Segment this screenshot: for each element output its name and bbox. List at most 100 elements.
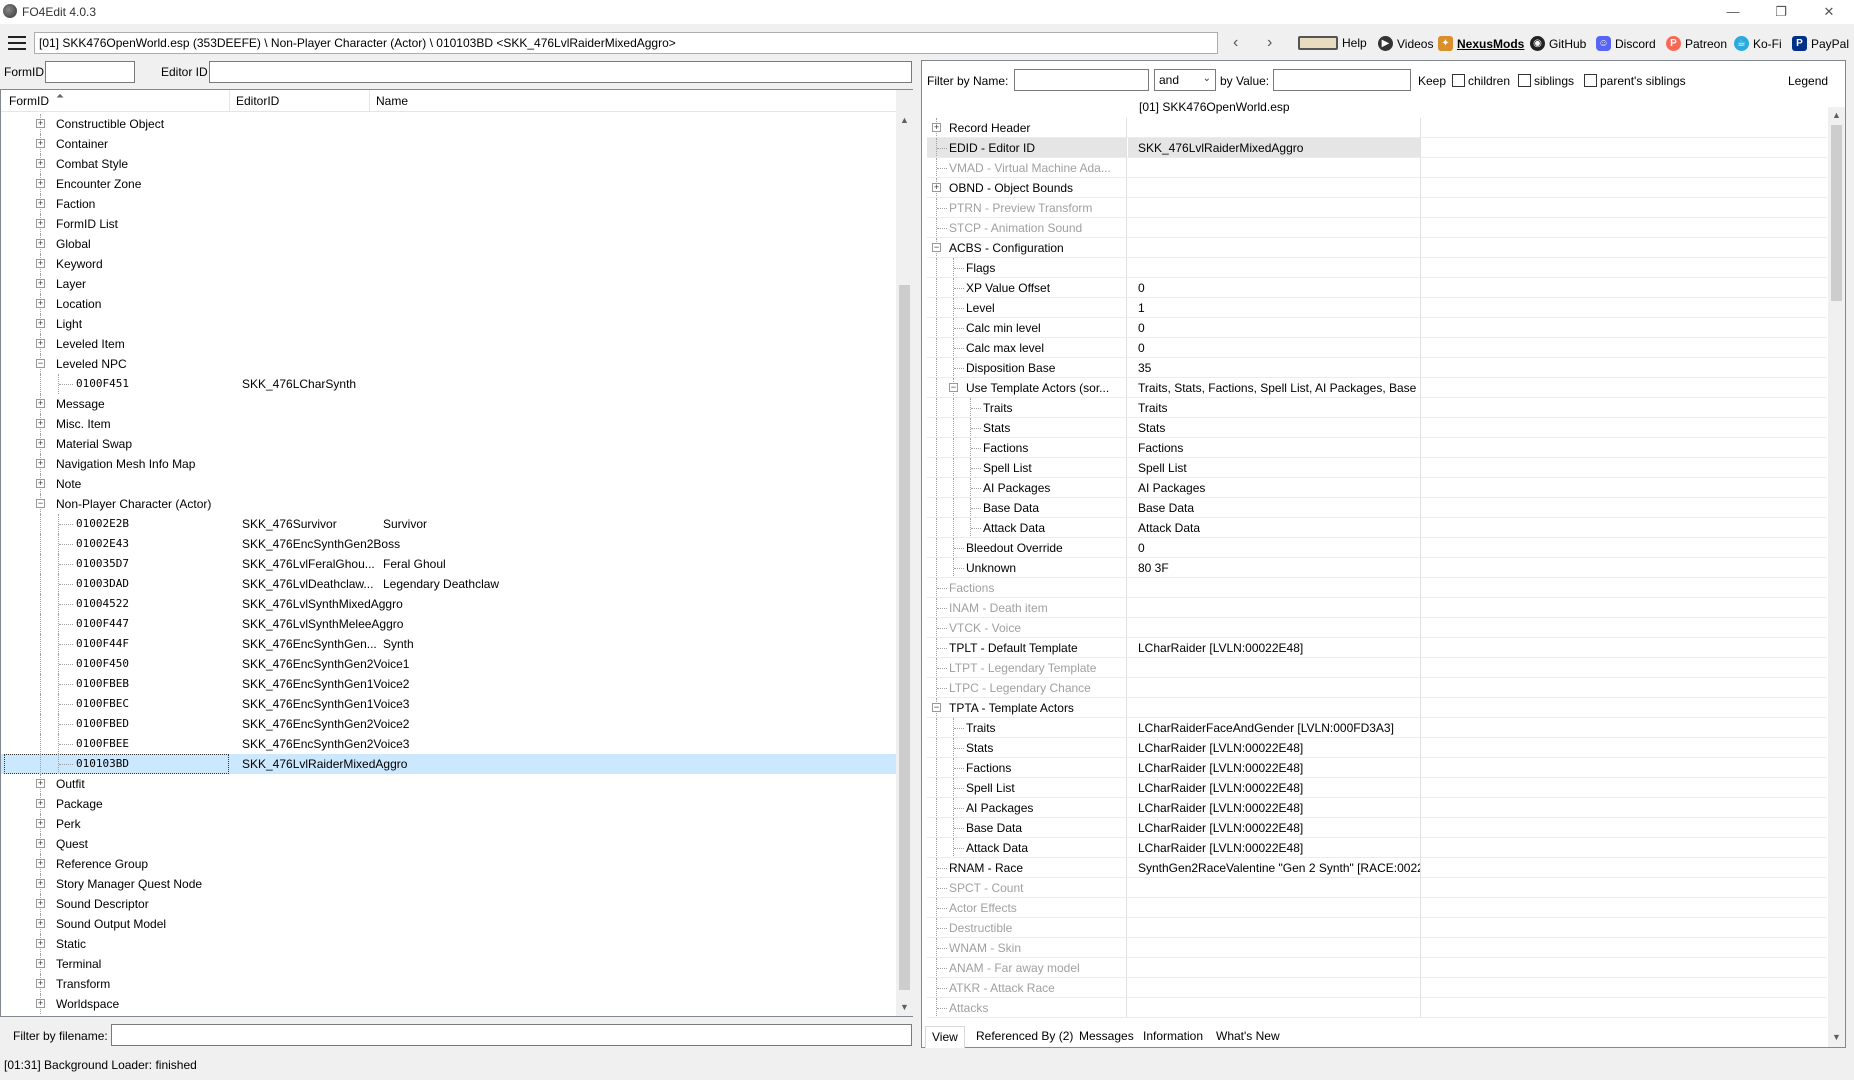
record-row[interactable]: 01003DAD SKK_476LvlDeathclaw... Legendary … [1, 574, 896, 594]
view-row[interactable]: − ACBS - Configuration [927, 238, 1827, 258]
tree-category[interactable]: + Navigation Mesh Info Map [1, 454, 896, 474]
expand-icon[interactable]: + [36, 859, 45, 868]
tree-category[interactable]: + Package [1, 794, 896, 814]
tree-category[interactable]: + Leveled Item [1, 334, 896, 354]
expand-icon[interactable]: + [932, 123, 941, 132]
record-row[interactable]: 01004522 SKK_476LvlSynthMixedAggro [1, 594, 896, 614]
view-row-value[interactable] [1128, 158, 1421, 177]
view-row[interactable]: Flags [927, 258, 1827, 278]
view-row-value[interactable]: Stats [1128, 418, 1421, 437]
expand-icon[interactable]: + [36, 179, 45, 188]
view-row[interactable]: Stats Stats [927, 418, 1827, 438]
expand-icon[interactable]: + [36, 479, 45, 488]
view-row-value[interactable]: Spell List [1128, 458, 1421, 477]
view-row-value[interactable]: Base Data [1128, 498, 1421, 517]
filter-by-value-input[interactable] [1273, 69, 1411, 91]
view-row-value[interactable] [1128, 118, 1421, 137]
view-vertical-scrollbar[interactable]: ▲ ▼ [1828, 107, 1845, 1047]
view-row-value[interactable] [1128, 918, 1421, 937]
view-row-value[interactable]: 0 [1128, 318, 1421, 337]
expand-icon[interactable]: + [36, 959, 45, 968]
view-scroll-thumb[interactable] [1831, 125, 1842, 301]
tab-view[interactable]: View [925, 1026, 965, 1048]
tree-category[interactable]: + Outfit [1, 774, 896, 794]
tree-category[interactable]: + Note [1, 474, 896, 494]
record-path[interactable]: [01] SKK476OpenWorld.esp (353DEEFE) \ No… [34, 32, 1218, 54]
view-row[interactable]: + Record Header [927, 118, 1827, 138]
keep-siblings-checkbox[interactable] [1518, 74, 1531, 87]
tab-referenced-by[interactable]: Referenced By (2) [970, 1026, 1079, 1048]
view-row-value[interactable] [1128, 978, 1421, 997]
view-row[interactable]: Attack Data Attack Data [927, 518, 1827, 538]
view-row[interactable]: ANAM - Far away model [927, 958, 1827, 978]
tree-category[interactable]: + FormID List [1, 214, 896, 234]
and-or-select[interactable]: and ⌄ [1154, 69, 1216, 91]
view-row[interactable]: STCP - Animation Sound [927, 218, 1827, 238]
scroll-up-icon[interactable]: ▲ [896, 112, 913, 129]
expand-icon[interactable]: + [36, 159, 45, 168]
expand-icon[interactable]: + [36, 239, 45, 248]
expand-icon[interactable]: + [36, 299, 45, 308]
view-row[interactable]: VMAD - Virtual Machine Ada... [927, 158, 1827, 178]
tree-category[interactable]: + Keyword [1, 254, 896, 274]
record-row[interactable]: 0100FBEC SKK_476EncSynthGen1Voice3 [1, 694, 896, 714]
view-row-value[interactable] [1128, 678, 1421, 697]
discord-link[interactable]: ☺ Discord [1596, 36, 1656, 51]
help-link[interactable]: Help [1298, 36, 1367, 50]
column-name[interactable]: Name [376, 94, 408, 108]
view-row[interactable]: Spell List LCharRaider [LVLN:00022E48] [927, 778, 1827, 798]
view-row-value[interactable] [1128, 898, 1421, 917]
view-row-value[interactable] [1128, 238, 1421, 257]
tree-category[interactable]: + Story Manager Quest Node [1, 874, 896, 894]
tree-category[interactable]: + Layer [1, 274, 896, 294]
back-arrow-icon[interactable]: ‹ [1233, 34, 1238, 52]
tree-category[interactable]: + Perk [1, 814, 896, 834]
view-row-value[interactable]: Attack Data [1128, 518, 1421, 537]
record-row[interactable]: 0100F447 SKK_476LvlSynthMeleeAggro [1, 614, 896, 634]
view-row[interactable]: AI Packages AI Packages [927, 478, 1827, 498]
tree-category[interactable]: + Constructible Object [1, 114, 896, 134]
tree-category[interactable]: + Sound Output Model [1, 914, 896, 934]
expand-icon[interactable]: + [36, 439, 45, 448]
tree-category[interactable]: + Worldspace [1, 994, 896, 1014]
view-row[interactable]: Attack Data LCharRaider [LVLN:00022E48] [927, 838, 1827, 858]
view-row[interactable]: Unknown 80 3F [927, 558, 1827, 578]
expand-icon[interactable]: + [36, 279, 45, 288]
view-row[interactable]: Traits Traits [927, 398, 1827, 418]
view-row-value[interactable] [1128, 998, 1421, 1017]
keep-children-checkbox[interactable] [1452, 74, 1465, 87]
expand-icon[interactable]: + [36, 839, 45, 848]
view-row[interactable]: Spell List Spell List [927, 458, 1827, 478]
tree-vertical-scrollbar[interactable]: ▲ ▼ [896, 90, 913, 1016]
tree-category[interactable]: + Combat Style [1, 154, 896, 174]
expand-icon[interactable]: + [36, 219, 45, 228]
expand-icon[interactable]: + [36, 899, 45, 908]
expand-icon[interactable]: + [36, 319, 45, 328]
tree-category[interactable]: + Message [1, 394, 896, 414]
expand-icon[interactable]: + [932, 183, 941, 192]
view-row[interactable]: Base Data LCharRaider [LVLN:00022E48] [927, 818, 1827, 838]
view-row-value[interactable]: LCharRaiderFaceAndGender [LVLN:000FD3A3] [1128, 718, 1421, 737]
record-row[interactable]: 010103BD SKK_476LvlRaiderMixedAggro [1, 754, 896, 774]
menu-icon[interactable] [8, 36, 26, 50]
tab-information[interactable]: Information [1137, 1026, 1209, 1048]
view-row-value[interactable] [1128, 198, 1421, 217]
view-row-value[interactable] [1128, 258, 1421, 277]
view-row[interactable]: SPCT - Count [927, 878, 1827, 898]
keep-parents-siblings-checkbox[interactable] [1584, 74, 1597, 87]
view-row[interactable]: Disposition Base 35 [927, 358, 1827, 378]
view-row[interactable]: − Use Template Actors (sor... Traits, Stat… [927, 378, 1827, 398]
tree-category[interactable]: + Sound Descriptor [1, 894, 896, 914]
view-row[interactable]: − TPTA - Template Actors [927, 698, 1827, 718]
minimize-button[interactable]: — [1718, 2, 1748, 22]
record-row[interactable]: 0100F44F SKK_476EncSynthGen... Synth [1, 634, 896, 654]
collapse-icon[interactable]: − [932, 703, 941, 712]
tree-category[interactable]: + Quest [1, 834, 896, 854]
forward-arrow-icon[interactable]: › [1267, 34, 1272, 52]
view-row-value[interactable]: Traits [1128, 398, 1421, 417]
legend-button[interactable]: Legend [1788, 74, 1828, 88]
tree-category[interactable]: + Terminal [1, 954, 896, 974]
record-row[interactable]: 0100F451 SKK_476LCharSynth [1, 374, 896, 394]
tab-messages[interactable]: Messages [1073, 1026, 1140, 1048]
view-row[interactable]: Factions LCharRaider [LVLN:00022E48] [927, 758, 1827, 778]
